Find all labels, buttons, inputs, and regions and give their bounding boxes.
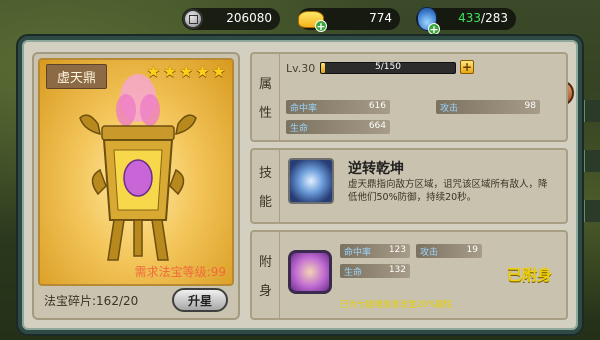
energy-counter[interactable]: + 433/283 [416, 7, 516, 35]
attach-label-1: 附 [258, 255, 272, 270]
cauldron-icon [79, 74, 197, 261]
attach-stat-hit-rate: 命中率 123 [340, 244, 410, 258]
level-up-button[interactable]: + [460, 60, 474, 74]
side-tab-2[interactable] [584, 150, 600, 172]
character-avatar[interactable] [288, 250, 332, 294]
skill-section: 技 能 逆转乾坤 虚天鼎指向敌方区域，诅咒该区域所有敌人，降低他们50%防御，持… [250, 148, 568, 224]
stat-hp: 生命 664 [286, 120, 390, 134]
xp-text: 5/150 [375, 62, 401, 72]
skill-swirl-icon[interactable] [288, 158, 334, 204]
side-tab-1[interactable] [584, 100, 600, 122]
treasure-card: 虚天鼎 ★ ★ ★ ★ ★ 需求法宝等级:99 法宝碎片:162/20 升星 [32, 52, 240, 320]
energy-value: 433/283 [458, 11, 508, 25]
attach-stat-attack: 攻击 19 [416, 244, 482, 258]
coin-value: 206080 [226, 11, 272, 25]
stat-hit-rate: 命中率 616 [286, 100, 390, 114]
attach-bonus-text: 已为七娃增加该法宝20%属性. [340, 300, 456, 310]
skill-label-2: 能 [258, 195, 272, 210]
upgrade-star-button[interactable]: 升星 [172, 288, 228, 312]
attach-section: 附 身 命中率 123 攻击 19 生命 132 已附身 已为七娃增加该法宝20%属性… [250, 230, 568, 320]
potion-icon[interactable]: + [412, 4, 442, 35]
treasure-artwork: 虚天鼎 ★ ★ ★ ★ ★ 需求法宝等级:99 [38, 58, 234, 286]
ingot-value: 774 [369, 11, 392, 25]
requirement-text: 需求法宝等级:99 [134, 265, 226, 279]
skill-description: 虚天鼎指向敌方区域，诅咒该区域所有敌人，降低他们50%防御，持续20秒。 [348, 179, 548, 203]
attach-header: 附 身 [252, 232, 280, 318]
attributes-header: 属 性 [252, 54, 280, 140]
coin-icon [178, 4, 208, 34]
coin-counter: 206080 [182, 8, 280, 30]
shard-row: 法宝碎片:162/20 升星 [38, 286, 234, 314]
xp-bar: 5/150 [320, 62, 456, 74]
level-label: Lv.30 [286, 62, 316, 75]
attach-label-2: 身 [258, 284, 272, 299]
skill-label-1: 技 [258, 166, 272, 181]
ingot-counter[interactable]: + 774 [298, 8, 400, 32]
attributes-section: 属 性 Lv.30 5/150 + 命中率 616 攻击 98 生命 664 [250, 52, 568, 142]
gold-ingot-icon[interactable]: + [296, 4, 327, 34]
attach-stat-hp: 生命 132 [340, 264, 410, 278]
shard-count: 法宝碎片:162/20 [44, 293, 139, 308]
treasure-detail-panel: + 虚天鼎 ★ ★ ★ ★ ★ [18, 36, 582, 334]
skill-header: 技 能 [252, 150, 280, 222]
attached-status: 已附身 [506, 266, 552, 284]
side-tab-3[interactable] [584, 200, 600, 222]
attributes-label-1: 属 [258, 77, 272, 92]
skill-name: 逆转乾坤 [348, 161, 404, 177]
stat-attack: 攻击 98 [436, 100, 540, 114]
attributes-label-2: 性 [258, 106, 272, 121]
